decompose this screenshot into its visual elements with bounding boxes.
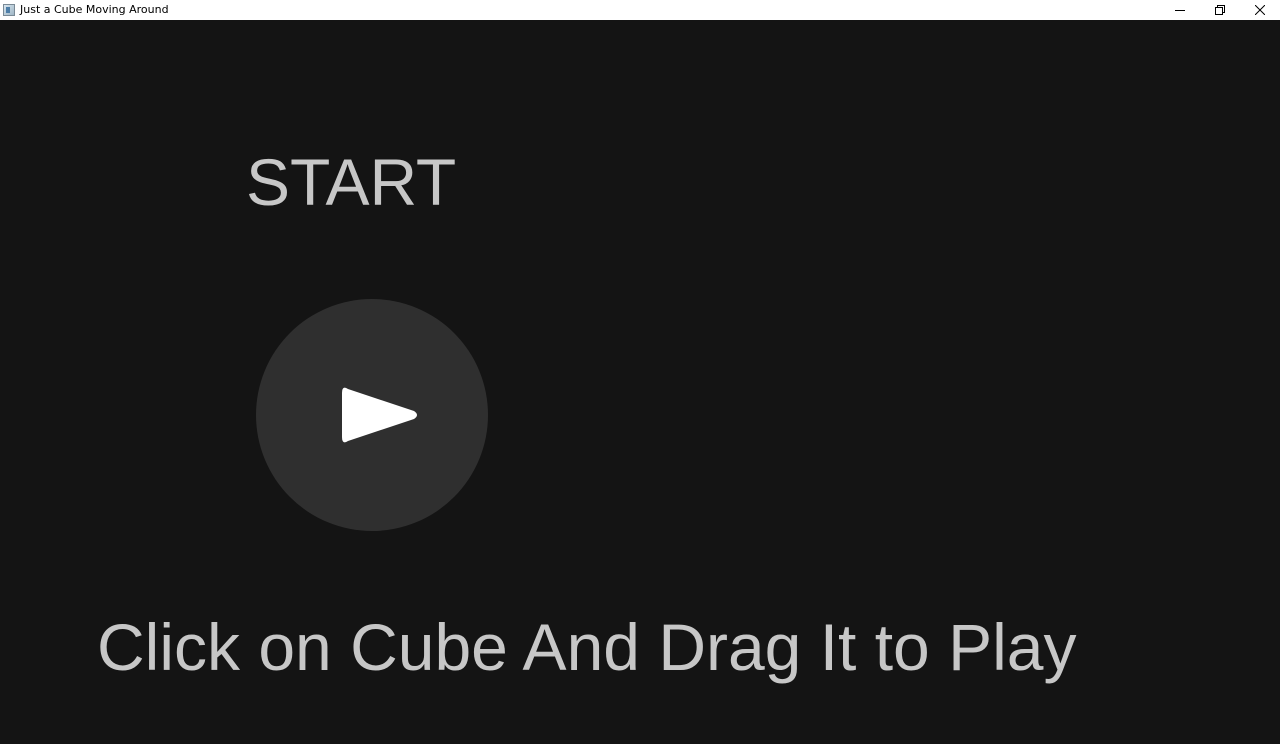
game-canvas[interactable]: START Click on Cube And Drag It to Play [0, 20, 1280, 744]
minimize-icon [1175, 10, 1185, 11]
start-label: START [246, 145, 457, 219]
app-icon [3, 4, 15, 16]
instruction-text: Click on Cube And Drag It to Play [97, 610, 1077, 684]
title-bar[interactable]: Just a Cube Moving Around [0, 0, 1280, 20]
play-button[interactable] [256, 299, 488, 531]
window-title: Just a Cube Moving Around [20, 3, 169, 16]
restore-button[interactable] [1200, 0, 1240, 20]
minimize-button[interactable] [1160, 0, 1200, 20]
close-button[interactable] [1240, 0, 1280, 20]
app-window: Just a Cube Moving Around START Click on… [0, 0, 1280, 744]
restore-icon [1215, 5, 1225, 15]
window-controls [1160, 0, 1280, 20]
play-icon [342, 387, 417, 443]
close-icon [1255, 5, 1265, 15]
